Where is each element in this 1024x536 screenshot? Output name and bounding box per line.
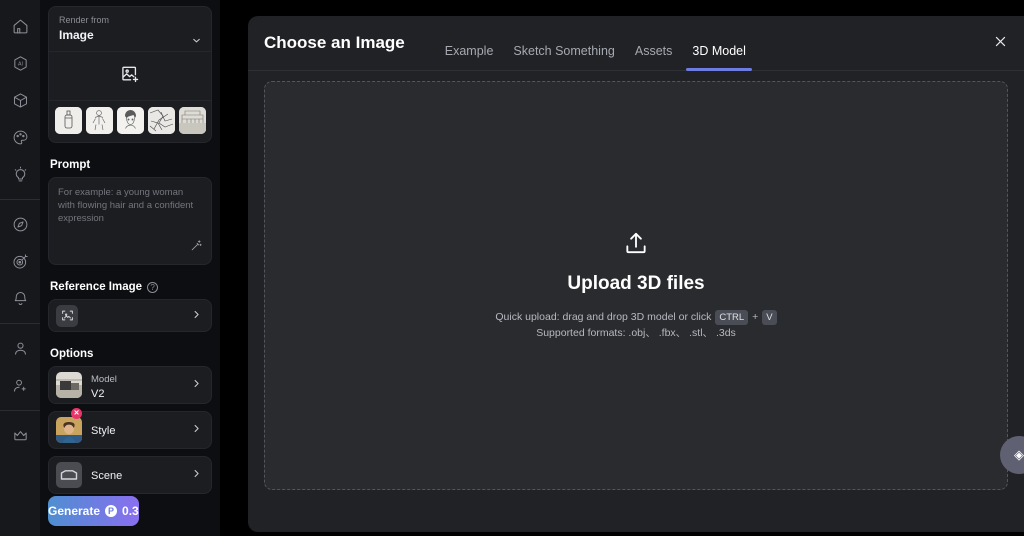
upload-3d-dropzone[interactable]: Upload 3D files Quick upload: drag and d…: [264, 81, 1008, 490]
cube-3d-icon: [12, 92, 29, 109]
rail-item-upgrade[interactable]: [0, 417, 40, 454]
left-icon-rail: AI: [0, 0, 40, 536]
credit-coin-icon: P: [105, 505, 118, 517]
magic-wand-icon[interactable]: [190, 239, 203, 257]
option-row-model[interactable]: Model V2: [48, 366, 212, 404]
help-circle-icon[interactable]: ?: [147, 281, 159, 293]
generate-button-wrap: Generate P 0.3: [48, 496, 212, 526]
render-from-card: Render from Image: [48, 6, 212, 143]
rail-item-invite[interactable]: [0, 367, 40, 404]
rail-item-ai[interactable]: AI: [0, 45, 40, 82]
list-item[interactable]: [179, 107, 206, 134]
chevron-right-icon: [191, 466, 202, 484]
image-upload-dropzone[interactable]: [49, 52, 211, 100]
left-settings-panel: Render from Image Prompt For example: a …: [40, 0, 220, 536]
modal-body: Upload 3D files Quick upload: drag and d…: [248, 71, 1024, 490]
remove-style-badge[interactable]: ✕: [71, 408, 82, 419]
prompt-section-title: Prompt: [50, 159, 212, 171]
generate-button[interactable]: Generate P 0.3: [48, 496, 139, 526]
generate-cost: 0.3: [122, 504, 139, 518]
tab-sketch-something[interactable]: Sketch Something: [503, 31, 624, 71]
crown-icon: [12, 427, 29, 444]
rail-item-profile[interactable]: [0, 330, 40, 367]
rail-divider-1: [0, 199, 40, 200]
reference-image-section-title: Reference Image ?: [50, 281, 212, 293]
rail-item-home[interactable]: [0, 8, 40, 45]
home-icon: [12, 18, 29, 35]
chevron-right-icon: [191, 376, 202, 394]
option-row-scene[interactable]: Scene: [48, 456, 212, 494]
assistant-icon: ◈: [1014, 447, 1024, 462]
rail-item-notifications[interactable]: [0, 280, 40, 317]
choose-an-image-modal: Choose an Image Example Sketch Something…: [248, 16, 1024, 532]
option-value: V2: [91, 388, 105, 400]
user-add-icon: [12, 377, 29, 394]
supported-formats: Supported formats: .obj、 .fbx、 .stl、 .3d…: [536, 327, 736, 339]
tab-3d-model[interactable]: 3D Model: [682, 31, 756, 71]
rail-item-palette[interactable]: [0, 119, 40, 156]
option-row-model-text: Model V2: [91, 369, 191, 401]
prompt-textarea[interactable]: For example: a young woman with flowing …: [48, 177, 212, 265]
user-icon: [12, 340, 29, 357]
chevron-right-icon: [191, 307, 202, 325]
prompt-title-text: Prompt: [50, 159, 91, 171]
style-thumb: [56, 417, 82, 443]
close-icon: [993, 34, 1008, 54]
modal-title: Choose an Image: [264, 33, 405, 52]
sample-thumbnail-strip: [49, 101, 211, 142]
options-title-text: Options: [50, 348, 94, 360]
option-label: Scene: [91, 470, 123, 482]
rail-divider-3: [0, 410, 40, 411]
option-label: Style: [91, 425, 116, 437]
ai-icon: AI: [12, 55, 29, 72]
rail-item-target[interactable]: [0, 243, 40, 280]
model-thumb: [56, 372, 82, 398]
reference-image-title-text: Reference Image: [50, 281, 143, 293]
kbd-plus: +: [752, 311, 759, 323]
modal-header: Choose an Image Example Sketch Something…: [248, 16, 1024, 71]
scene-thumb: [56, 462, 82, 488]
kbd-v: V: [762, 309, 777, 325]
compass-icon: [12, 216, 29, 233]
image-frame-icon: [56, 304, 78, 327]
tab-example[interactable]: Example: [435, 31, 504, 71]
svg-text:AI: AI: [17, 62, 22, 68]
upload-hint-prefix: Quick upload: drag and drop 3D model or …: [495, 311, 712, 323]
prompt-placeholder: For example: a young woman with flowing …: [58, 187, 194, 224]
kbd-ctrl: CTRL: [715, 309, 749, 325]
bell-icon: [12, 290, 29, 307]
options-section-title: Options: [50, 348, 212, 360]
reference-image-row[interactable]: [48, 299, 212, 332]
render-from-select[interactable]: Render from Image: [49, 7, 211, 51]
app-root: AI Render from Image Prompt For example:…: [0, 0, 1024, 536]
option-row-scene-text: Scene: [91, 466, 191, 484]
rail-divider-2: [0, 323, 40, 324]
rail-item-3d[interactable]: [0, 82, 40, 119]
option-row-style-text: Style: [91, 421, 191, 439]
upload-icon: [623, 230, 649, 261]
options-list: Model V2 ✕ Style Scene: [48, 366, 212, 494]
palette-icon: [12, 129, 29, 146]
render-from-label: Render from: [59, 15, 110, 25]
render-from-value: Image: [59, 28, 94, 42]
tab-assets[interactable]: Assets: [625, 31, 683, 71]
rail-item-ideas[interactable]: [0, 156, 40, 193]
upload-hint-line: Quick upload: drag and drop 3D model or …: [495, 309, 777, 325]
target-icon: [12, 253, 29, 270]
chevron-right-icon: [191, 421, 202, 439]
lightbulb-icon: [12, 166, 29, 183]
add-image-icon: [120, 64, 140, 89]
list-item[interactable]: [117, 107, 144, 134]
list-item[interactable]: [86, 107, 113, 134]
option-row-style[interactable]: ✕ Style: [48, 408, 212, 449]
close-button[interactable]: [990, 34, 1010, 54]
generate-label: Generate: [48, 504, 101, 518]
modal-tabs: Example Sketch Something Assets 3D Model: [435, 16, 756, 71]
list-item[interactable]: [148, 107, 175, 134]
upload-title: Upload 3D files: [567, 273, 705, 294]
list-item[interactable]: [55, 107, 82, 134]
chevron-down-icon: [191, 33, 202, 51]
option-label: Model: [91, 374, 117, 385]
rail-item-explore[interactable]: [0, 206, 40, 243]
